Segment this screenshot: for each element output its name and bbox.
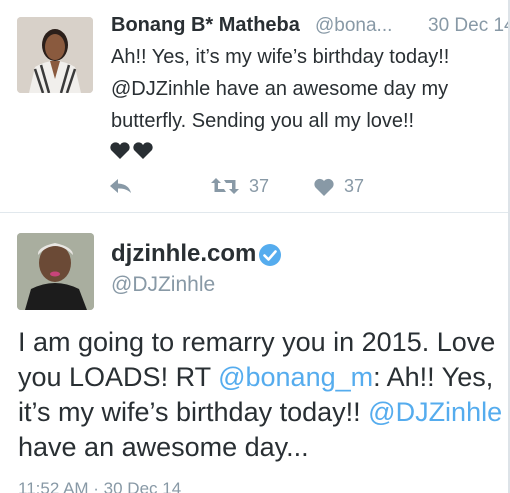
tweet-bonang[interactable]: Bonang B* Matheba @bona... 30 Dec 14 Ah!…	[0, 0, 510, 212]
tweet-text: I am going to remarry you in 2015. Love …	[18, 325, 506, 465]
mention-link[interactable]: @DJZinhle	[368, 397, 502, 427]
tweet-djzinhle[interactable]: djzinhle.com @DJZinhle I am going to rem…	[0, 213, 510, 493]
retweet-count[interactable]: 37	[249, 176, 269, 197]
retweet-icon[interactable]	[210, 176, 240, 196]
author-handle[interactable]: @DJZinhle	[111, 273, 215, 297]
avatar[interactable]	[17, 17, 93, 93]
like-count[interactable]: 37	[344, 176, 364, 197]
author-handle[interactable]: @bona...	[315, 15, 392, 37]
tweet-text-part: have an awesome day...	[18, 432, 309, 462]
avatar-bonang-image	[17, 17, 93, 93]
tweet-text: Ah!! Yes, it’s my wife’s birthday today!…	[111, 46, 450, 132]
avatar-djzinhle-image	[17, 233, 94, 310]
reply-icon[interactable]	[108, 176, 134, 196]
tweet-date[interactable]: 30 Dec 14	[428, 15, 510, 37]
tweet-timestamp[interactable]: 11:52 AM · 30 Dec 14	[18, 479, 181, 493]
verified-badge-icon	[259, 244, 281, 266]
author-name[interactable]: djzinhle.com	[111, 240, 256, 268]
heart-icon[interactable]	[313, 177, 335, 197]
author-name[interactable]: Bonang B* Matheba	[111, 14, 300, 37]
avatar[interactable]	[17, 233, 94, 310]
mention-link[interactable]: @bonang_m	[218, 362, 373, 392]
hearts-emoji-icon	[110, 142, 153, 159]
